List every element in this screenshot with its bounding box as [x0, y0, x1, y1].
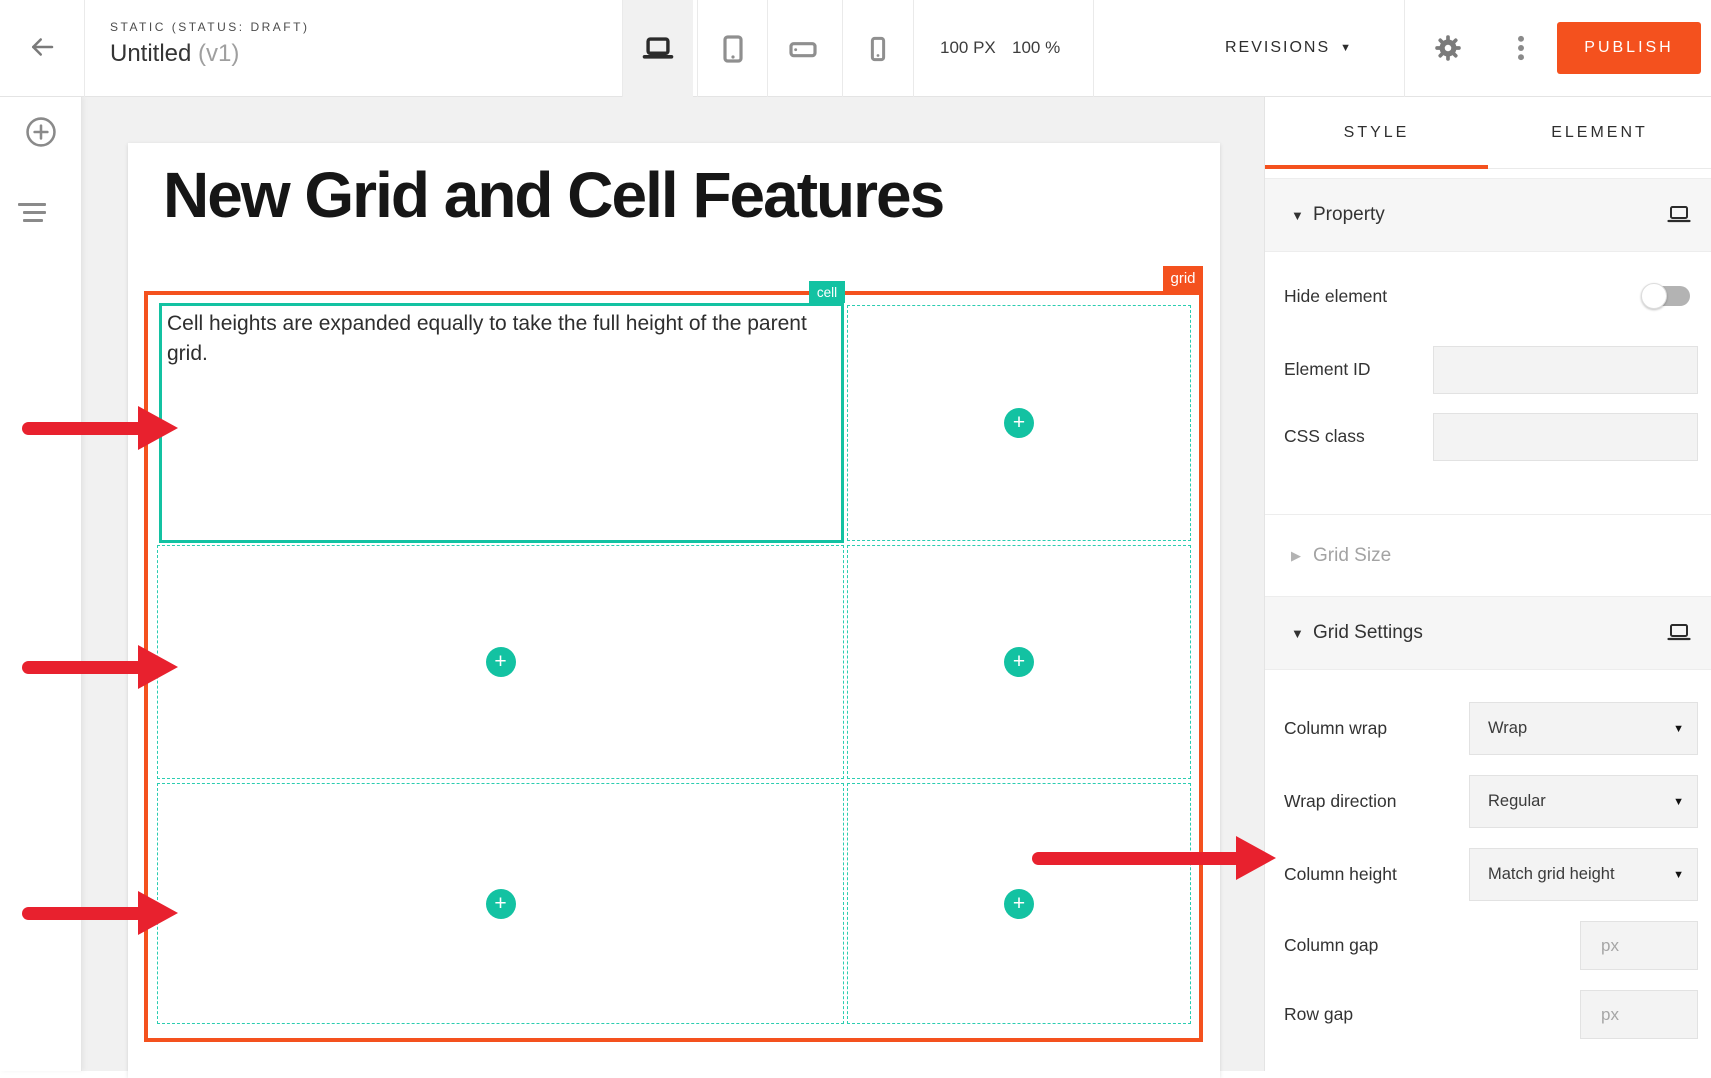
- column-gap-input[interactable]: [1580, 921, 1698, 970]
- select-value: Regular: [1488, 792, 1546, 811]
- laptop-icon: [641, 32, 675, 66]
- divider: [84, 0, 85, 97]
- divider: [1093, 0, 1094, 97]
- publish-button[interactable]: PUBLISH: [1557, 22, 1701, 74]
- add-element-button[interactable]: [18, 110, 64, 156]
- section-header-property[interactable]: ▼ Property: [1265, 178, 1711, 252]
- settings-button[interactable]: [1429, 30, 1467, 68]
- tab-style[interactable]: STYLE: [1265, 97, 1488, 168]
- select-value: Wrap: [1488, 719, 1527, 738]
- column-wrap-select[interactable]: Wrap ▼: [1469, 702, 1698, 755]
- outline-view-button[interactable]: [18, 187, 64, 233]
- page-title[interactable]: New Grid and Cell Features: [163, 158, 943, 232]
- hide-element-label: Hide element: [1284, 286, 1644, 307]
- document-title-text: Untitled: [110, 40, 191, 67]
- annotation-arrow: [1032, 836, 1276, 880]
- chevron-down-icon: ▼: [1291, 208, 1313, 223]
- grid-cell-selected[interactable]: Cell heights are expanded equally to tak…: [159, 303, 844, 543]
- chevron-down-icon: ▼: [1340, 42, 1353, 54]
- section-title: Grid Settings: [1313, 622, 1667, 644]
- grid-badge[interactable]: grid: [1163, 266, 1203, 291]
- grid-cell[interactable]: +: [157, 783, 844, 1024]
- chevron-down-icon: ▼: [1673, 796, 1684, 808]
- select-value: Match grid height: [1488, 865, 1615, 884]
- add-content-button[interactable]: +: [486, 889, 516, 919]
- grid-cell[interactable]: +: [847, 305, 1191, 541]
- grid-cell[interactable]: +: [157, 545, 844, 779]
- style-panel: STYLE ELEMENT ▼ Property Hide element El…: [1264, 97, 1711, 1071]
- laptop-icon: [1667, 623, 1691, 643]
- divider: [913, 0, 914, 97]
- section-header-grid-settings[interactable]: ▼ Grid Settings: [1265, 596, 1711, 670]
- annotation-arrow: [22, 645, 178, 689]
- cell-text[interactable]: Cell heights are expanded equally to tak…: [162, 306, 841, 373]
- chevron-down-icon: ▼: [1291, 626, 1313, 641]
- hide-element-toggle[interactable]: [1644, 286, 1690, 306]
- chevron-down-icon: ▼: [1673, 869, 1684, 881]
- viewport-width-value: 100 PX: [940, 38, 996, 58]
- element-id-label: Element ID: [1284, 359, 1433, 380]
- column-wrap-label: Column wrap: [1284, 718, 1469, 739]
- laptop-icon: [1667, 205, 1691, 225]
- revisions-label: REVISIONS: [1225, 39, 1330, 57]
- outline-icon: [18, 203, 46, 206]
- column-height-label: Column height: [1284, 864, 1469, 885]
- tablet-icon: [717, 33, 749, 65]
- phone-landscape-icon: [787, 33, 819, 65]
- row-gap-label: Row gap: [1284, 1004, 1580, 1025]
- column-height-select[interactable]: Match grid height ▼: [1469, 848, 1698, 901]
- add-content-button[interactable]: +: [1004, 647, 1034, 677]
- document-status: STATIC (STATUS: DRAFT): [110, 20, 309, 34]
- annotation-arrow: [22, 406, 178, 450]
- panel-tabs: STYLE ELEMENT: [1265, 97, 1711, 169]
- tablet-preview-button[interactable]: [698, 0, 768, 97]
- wrap-direction-label: Wrap direction: [1284, 791, 1469, 812]
- add-content-button[interactable]: +: [1004, 889, 1034, 919]
- cell-badge[interactable]: cell: [809, 281, 845, 303]
- zoom-level-value: 100 %: [1012, 38, 1060, 58]
- more-options-button[interactable]: [1502, 30, 1540, 68]
- section-header-grid-size[interactable]: ▶ Grid Size: [1265, 514, 1711, 596]
- revisions-dropdown[interactable]: REVISIONS ▼: [1225, 30, 1353, 66]
- mobile-landscape-preview-button[interactable]: [768, 0, 838, 97]
- add-content-button[interactable]: +: [1004, 408, 1034, 438]
- grid-cell[interactable]: +: [847, 783, 1191, 1024]
- arrow-left-icon: [27, 32, 57, 62]
- gear-icon: [1431, 31, 1465, 65]
- back-button[interactable]: [22, 28, 62, 68]
- section-title: Property: [1313, 204, 1667, 226]
- add-content-button[interactable]: +: [486, 647, 516, 677]
- css-class-label: CSS class: [1284, 426, 1433, 447]
- section-title: Grid Size: [1313, 545, 1693, 567]
- column-gap-label: Column gap: [1284, 935, 1580, 956]
- tab-element[interactable]: ELEMENT: [1488, 97, 1711, 168]
- desktop-preview-button[interactable]: [623, 0, 693, 97]
- wrap-direction-select[interactable]: Regular ▼: [1469, 775, 1698, 828]
- grid-cell[interactable]: +: [847, 545, 1191, 779]
- divider: [1404, 0, 1405, 97]
- document-version: (v1): [198, 40, 239, 67]
- annotation-arrow: [22, 891, 178, 935]
- mobile-preview-button[interactable]: [843, 0, 913, 97]
- toggle-knob: [1641, 283, 1667, 309]
- chevron-right-icon: ▶: [1291, 548, 1313, 564]
- document-title: Untitled (v1): [110, 40, 309, 68]
- row-gap-input[interactable]: [1580, 990, 1698, 1039]
- document-info: STATIC (STATUS: DRAFT) Untitled (v1): [110, 20, 309, 68]
- chevron-down-icon: ▼: [1673, 723, 1684, 735]
- kebab-menu-icon: [1504, 31, 1538, 65]
- phone-icon: [863, 34, 893, 64]
- css-class-input[interactable]: [1433, 413, 1698, 461]
- top-bar: STATIC (STATUS: DRAFT) Untitled (v1) 100…: [0, 0, 1711, 97]
- element-id-input[interactable]: [1433, 346, 1698, 394]
- circle-plus-icon: [24, 115, 58, 149]
